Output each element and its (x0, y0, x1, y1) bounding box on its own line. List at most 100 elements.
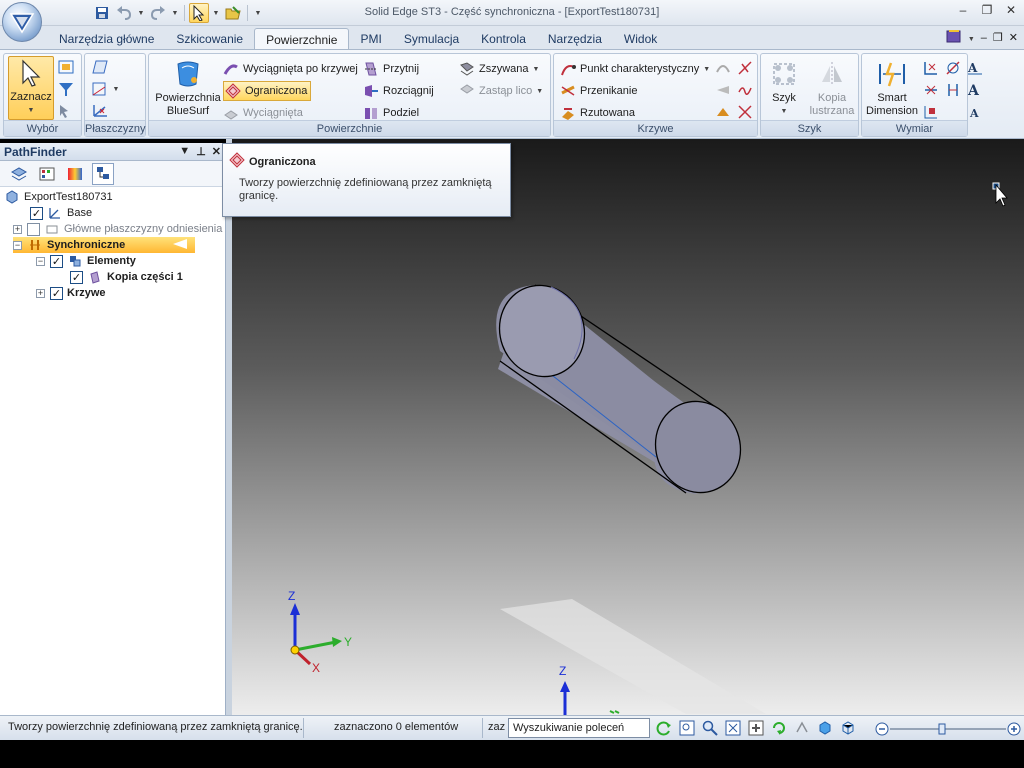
view-cube-icon[interactable] (816, 719, 834, 737)
tree-item-base[interactable]: ✓ Base (30, 205, 92, 221)
plane-dropdown-icon[interactable]: ▼ (111, 80, 121, 98)
szyk-button[interactable]: Szyk ▼ (765, 58, 803, 120)
expand-icon[interactable]: + (13, 224, 22, 234)
redo-dropdown-icon[interactable]: ▼ (170, 3, 180, 23)
zoom-icon[interactable] (701, 719, 719, 737)
color-palette-icon[interactable] (64, 163, 86, 185)
curve-tool-4-icon[interactable] (736, 81, 754, 99)
collapse-icon[interactable]: − (13, 240, 22, 250)
checkbox-curves[interactable]: ✓ (50, 286, 63, 300)
curve-tool-6-icon[interactable] (736, 103, 754, 121)
kopia-lustrzana-button[interactable]: Kopia lustrzana (807, 58, 857, 120)
przenikanie-button[interactable]: Przenikanie (560, 81, 637, 101)
select-dropdown-icon[interactable]: ▼ (211, 3, 221, 23)
doc-restore-icon[interactable]: ❐ (993, 31, 1003, 44)
text-smaller-icon[interactable]: A (966, 103, 984, 121)
rozciagnij-button[interactable]: Rozciągnij (363, 81, 434, 101)
open-folder-icon[interactable] (223, 3, 243, 23)
doc-close-icon[interactable]: ✕ (1009, 31, 1018, 44)
tree-item-features[interactable]: − ✓ Elementy (36, 253, 136, 269)
zszywana-button[interactable]: Zszywana ▼ (459, 59, 539, 79)
zastap-lico-button[interactable]: Zastąp lico ▼ (459, 81, 543, 101)
text-larger-icon[interactable]: A (966, 81, 984, 99)
expand-icon[interactable]: + (36, 288, 45, 298)
wyciagnieta-label: Wyciągnięta (243, 107, 303, 119)
pane-close-icon[interactable]: ✕ (212, 145, 221, 158)
angled-plane-icon[interactable] (91, 80, 109, 98)
minimize-icon[interactable]: – (954, 2, 972, 18)
refresh-icon[interactable] (655, 719, 673, 737)
command-search-input[interactable] (508, 718, 650, 738)
curve-tool-1-icon[interactable] (714, 59, 732, 77)
help-book-icon[interactable] (946, 29, 962, 46)
dimension-tool-5-icon[interactable] (922, 103, 940, 121)
tree-item-part-copy[interactable]: ✓ Kopia części 1 (70, 269, 183, 285)
viewport-splitter[interactable] (226, 139, 232, 715)
tab-narzedzia-glowne[interactable]: Narzędzia główne (48, 28, 165, 50)
ograniczona-button[interactable]: Ograniczona (223, 81, 312, 101)
tab-symulacja[interactable]: Symulacja (393, 28, 470, 50)
zoom-slider-thumb[interactable] (938, 723, 946, 735)
select-tool-icon[interactable] (189, 3, 209, 23)
fit-icon[interactable] (724, 719, 742, 737)
graphics-viewport[interactable]: Z Y X Z (226, 139, 1024, 715)
checkbox-features[interactable]: ✓ (50, 254, 63, 268)
plane-icon[interactable] (91, 58, 109, 76)
filter-icon[interactable] (57, 80, 75, 98)
dimension-tool-3-icon[interactable] (922, 81, 940, 99)
checkbox-part-copy[interactable]: ✓ (70, 270, 83, 284)
tree-item-reference-planes[interactable]: + Główne płaszczyzny odniesienia (13, 221, 222, 237)
checkbox-reference-planes[interactable] (27, 222, 40, 236)
curve-tool-2-icon[interactable] (736, 59, 754, 77)
smart-dimension-button[interactable]: Smart Dimension (864, 58, 920, 120)
layers-icon[interactable] (8, 163, 30, 185)
view-style-icon[interactable] (839, 719, 857, 737)
spin-about-icon[interactable] (793, 719, 811, 737)
text-size-icon[interactable]: A (966, 59, 984, 77)
undo-icon[interactable] (114, 3, 134, 23)
close-icon[interactable]: ✕ (1002, 2, 1020, 18)
curve-tool-3-icon[interactable] (714, 81, 732, 99)
pathfinder-tree-icon[interactable] (92, 162, 114, 185)
collapse-icon[interactable]: − (36, 256, 45, 266)
save-icon[interactable] (92, 3, 112, 23)
help-dropdown-icon[interactable]: ▼ (968, 32, 975, 44)
bluesurf-button[interactable]: Powierzchnia BlueSurf (153, 58, 223, 120)
wyciagnieta-po-krzywej-label: Wyciągnięta po krzywej (243, 63, 358, 75)
select-box-icon[interactable] (57, 58, 75, 76)
przytnij-button[interactable]: Przytnij (363, 59, 419, 79)
coordinate-system-icon[interactable] (91, 102, 109, 120)
tab-narzedzia[interactable]: Narzędzia (537, 28, 613, 50)
tab-kontrola[interactable]: Kontrola (470, 28, 537, 50)
curve-tool-5-icon[interactable] (714, 103, 732, 121)
application-button[interactable] (2, 2, 42, 42)
pane-dropdown-icon[interactable]: ▼ (179, 145, 190, 158)
pattern-icon (768, 58, 800, 90)
punkt-charakterystyczny-button[interactable]: Punkt charakterystyczny ▼ (560, 59, 710, 79)
restore-icon[interactable]: ❐ (978, 2, 996, 18)
tree-item-synchronous[interactable]: − Synchroniczne (13, 237, 195, 253)
zoom-slider[interactable] (874, 722, 1022, 736)
tab-widok[interactable]: Widok (613, 28, 668, 50)
tab-powierzchnie[interactable]: Powierzchnie (254, 28, 350, 50)
customize-qat-icon[interactable]: ▼ (252, 3, 264, 23)
pan-icon[interactable] (747, 719, 765, 737)
select-button[interactable]: Zaznacz ▼ (8, 56, 54, 120)
select-options-icon[interactable] (57, 102, 75, 120)
redo-icon[interactable] (148, 3, 168, 23)
wyciagnieta-po-krzywej-button[interactable]: Wyciągnięta po krzywej (223, 59, 358, 79)
tree-item-part[interactable]: ExportTest180731 (4, 189, 113, 205)
zoom-area-icon[interactable] (678, 719, 696, 737)
tab-pmi[interactable]: PMI (349, 28, 392, 50)
rotate-icon[interactable] (770, 719, 788, 737)
feature-library-icon[interactable] (36, 163, 58, 185)
tab-szkicowanie[interactable]: Szkicowanie (165, 28, 254, 50)
checkbox-base[interactable]: ✓ (30, 206, 43, 220)
pin-icon[interactable]: ⊥ (196, 145, 206, 158)
doc-minimize-icon[interactable]: – (981, 32, 987, 44)
dimension-tool-4-icon[interactable] (944, 81, 962, 99)
dimension-tool-1-icon[interactable] (922, 59, 940, 77)
tree-item-curves[interactable]: + ✓ Krzywe (36, 285, 106, 301)
dimension-tool-2-icon[interactable] (944, 59, 962, 77)
undo-dropdown-icon[interactable]: ▼ (136, 3, 146, 23)
